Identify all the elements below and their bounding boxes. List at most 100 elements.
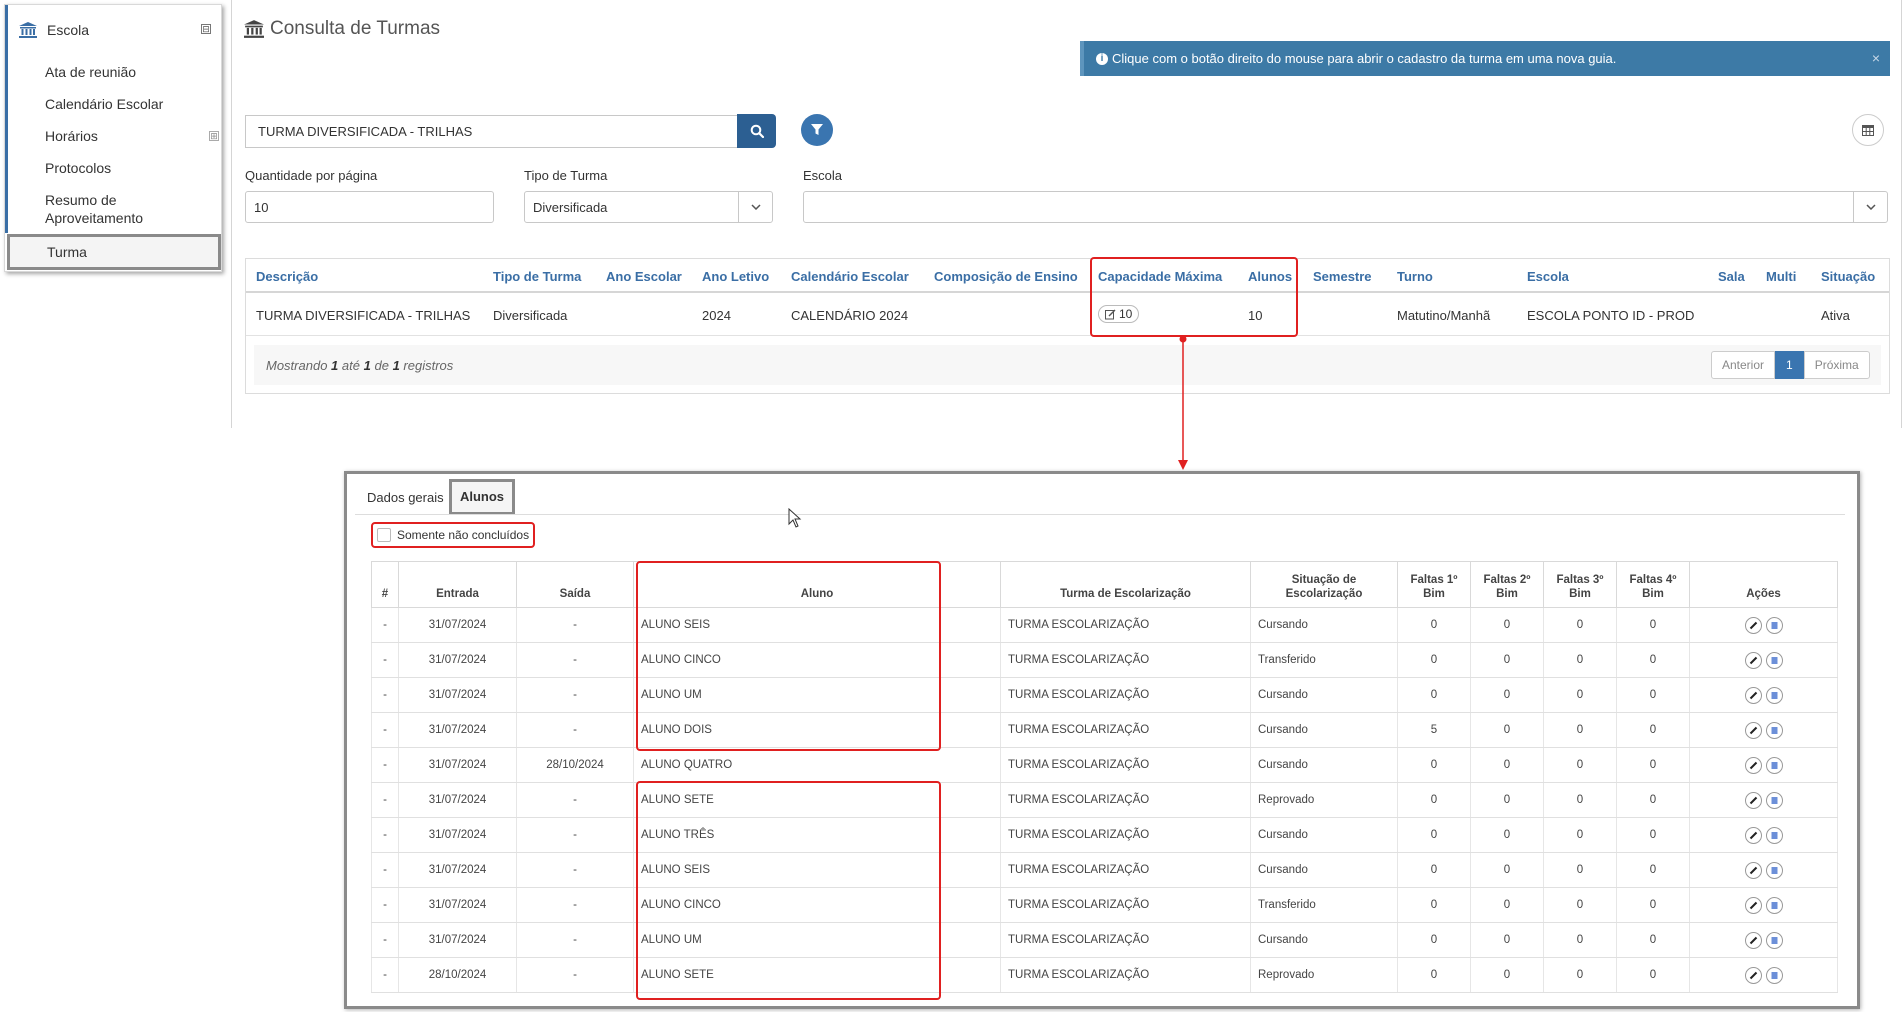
cell-f3: 0 bbox=[1543, 607, 1617, 643]
cell-situacao: Cursando bbox=[1250, 817, 1398, 853]
col-situacao[interactable]: Situação bbox=[1821, 269, 1875, 284]
document-button[interactable] bbox=[1765, 616, 1783, 634]
cell-num: - bbox=[371, 957, 399, 993]
table-row[interactable]: -31/07/2024- ALUNO CINCO TURMA ESCOLARIZAÇ… bbox=[371, 887, 1838, 923]
edit-button[interactable] bbox=[1744, 686, 1762, 704]
document-button[interactable] bbox=[1765, 721, 1783, 739]
edit-button[interactable] bbox=[1744, 931, 1762, 949]
turma-detail-panel: Dados gerais Alunos Somente não concluíd… bbox=[344, 471, 1860, 1009]
document-button[interactable] bbox=[1765, 756, 1783, 774]
cell-f1: 0 bbox=[1397, 887, 1471, 923]
edit-button[interactable] bbox=[1744, 861, 1762, 879]
cell-entrada: 31/07/2024 bbox=[398, 642, 517, 678]
pencil-icon bbox=[1749, 761, 1757, 769]
col-descricao[interactable]: Descrição bbox=[256, 269, 318, 284]
table-row[interactable]: -28/10/2024- ALUNO SETE TURMA ESCOLARIZAÇÃ… bbox=[371, 957, 1838, 993]
col-escola[interactable]: Escola bbox=[1527, 269, 1569, 284]
tab-dados-gerais[interactable]: Dados gerais bbox=[367, 490, 444, 505]
pencil-icon bbox=[1749, 621, 1757, 629]
cell-entrada: 31/07/2024 bbox=[398, 887, 517, 923]
table-row[interactable]: -31/07/2024- ALUNO UM TURMA ESCOLARIZAÇÃO C… bbox=[371, 922, 1838, 958]
table-row[interactable]: -31/07/2024- ALUNO SEIS TURMA ESCOLARIZAÇÃ… bbox=[371, 852, 1838, 888]
table-row[interactable]: -31/07/2024- ALUNO TRÊS TURMA ESCOLARIZAÇÃ… bbox=[371, 817, 1838, 853]
table-icon bbox=[1862, 124, 1874, 136]
sidebar-item-resumo-de-aproveitamento[interactable]: Resumo de Aproveitamento bbox=[45, 191, 205, 227]
document-button[interactable] bbox=[1765, 686, 1783, 704]
pager-next-button[interactable]: Próxima bbox=[1803, 351, 1870, 379]
search-button[interactable] bbox=[737, 114, 776, 148]
cell-f4: 0 bbox=[1616, 712, 1690, 748]
close-icon[interactable]: × bbox=[1872, 50, 1880, 66]
table-row[interactable]: -31/07/2024- ALUNO SEIS TURMA ESCOLARIZAÇÃ… bbox=[371, 607, 1838, 643]
per-page-input[interactable]: 10 bbox=[245, 191, 494, 223]
col-composicao-ensino[interactable]: Composição de Ensino bbox=[934, 269, 1078, 284]
highlight-capacidade-alunos bbox=[1090, 257, 1298, 337]
document-button[interactable] bbox=[1765, 861, 1783, 879]
expand-toggle-icon[interactable]: ⊞ bbox=[209, 131, 219, 141]
edit-button[interactable] bbox=[1744, 616, 1762, 634]
col-tipo-turma[interactable]: Tipo de Turma bbox=[493, 269, 581, 284]
document-button[interactable] bbox=[1765, 896, 1783, 914]
document-button[interactable] bbox=[1765, 966, 1783, 984]
col-turma-escolarizacao: Turma de Escolarização bbox=[1000, 561, 1251, 608]
edit-button[interactable] bbox=[1744, 896, 1762, 914]
escola-select[interactable] bbox=[803, 191, 1888, 223]
sidebar-item-protocolos[interactable]: Protocolos bbox=[45, 159, 205, 177]
table-row[interactable]: -31/07/2024 28/10/2024 ALUNO QUATRO TURMA E… bbox=[371, 747, 1838, 783]
document-button[interactable] bbox=[1765, 931, 1783, 949]
edit-button[interactable] bbox=[1744, 756, 1762, 774]
cell-num: - bbox=[371, 607, 399, 643]
sidebar-item-turma[interactable]: Turma bbox=[7, 234, 221, 270]
sidebar-item-ata-de-reuniao[interactable]: Ata de reunião bbox=[45, 63, 205, 81]
cell-acoes bbox=[1689, 747, 1838, 783]
sidebar-accent-bar bbox=[5, 5, 8, 233]
search-input[interactable] bbox=[245, 115, 738, 148]
sidebar-section-escola[interactable]: Escola ⊟ bbox=[19, 19, 215, 41]
somente-nao-concluidos-checkbox[interactable]: Somente não concluídos bbox=[371, 522, 535, 548]
col-sala[interactable]: Sala bbox=[1718, 269, 1745, 284]
cell-situacao: Cursando bbox=[1250, 922, 1398, 958]
tab-alunos[interactable]: Alunos bbox=[449, 479, 515, 515]
document-button[interactable] bbox=[1765, 791, 1783, 809]
cell-f1: 0 bbox=[1397, 957, 1471, 993]
cell-f4: 0 bbox=[1616, 922, 1690, 958]
pager-prev-button[interactable]: Anterior bbox=[1711, 351, 1776, 379]
cell-f4: 0 bbox=[1616, 642, 1690, 678]
checkbox-box[interactable] bbox=[377, 528, 391, 542]
cell-num: - bbox=[371, 782, 399, 818]
cell-entrada: 31/07/2024 bbox=[398, 607, 517, 643]
tipo-turma-select[interactable]: Diversificada bbox=[524, 191, 773, 223]
col-faltas-3-bim: Faltas 3º Bim bbox=[1543, 561, 1617, 608]
table-row[interactable]: -31/07/2024- ALUNO SETE TURMA ESCOLARIZAÇÃ… bbox=[371, 782, 1838, 818]
table-row[interactable]: -31/07/2024- ALUNO UM TURMA ESCOLARIZAÇÃO C… bbox=[371, 677, 1838, 713]
collapse-toggle-icon[interactable]: ⊟ bbox=[201, 24, 211, 34]
col-calendario-escolar[interactable]: Calendário Escolar bbox=[791, 269, 909, 284]
col-semestre[interactable]: Semestre bbox=[1313, 269, 1372, 284]
edit-button[interactable] bbox=[1744, 966, 1762, 984]
document-icon bbox=[1771, 621, 1777, 629]
pencil-icon bbox=[1749, 901, 1757, 909]
table-row[interactable]: -31/07/2024- ALUNO DOIS TURMA ESCOLARIZAÇÃ… bbox=[371, 712, 1838, 748]
columns-toggle-button[interactable] bbox=[1852, 114, 1884, 146]
cell-acoes bbox=[1689, 852, 1838, 888]
cell-turma: TURMA ESCOLARIZAÇÃO bbox=[1000, 852, 1251, 888]
col-saida: Saída bbox=[516, 561, 634, 608]
cell-num: - bbox=[371, 747, 399, 783]
edit-button[interactable] bbox=[1744, 791, 1762, 809]
table-row[interactable]: -31/07/2024- ALUNO CINCO TURMA ESCOLARIZAÇ… bbox=[371, 642, 1838, 678]
col-ano-escolar[interactable]: Ano Escolar bbox=[606, 269, 682, 284]
cell-turma: TURMA ESCOLARIZAÇÃO bbox=[1000, 922, 1251, 958]
pager-page-1[interactable]: 1 bbox=[1775, 351, 1804, 379]
summary-suffix: registros bbox=[403, 358, 454, 373]
edit-button[interactable] bbox=[1744, 826, 1762, 844]
col-turno[interactable]: Turno bbox=[1397, 269, 1433, 284]
col-ano-letivo[interactable]: Ano Letivo bbox=[702, 269, 769, 284]
edit-button[interactable] bbox=[1744, 721, 1762, 739]
sidebar-item-horarios[interactable]: Horários ⊞ bbox=[45, 127, 219, 145]
document-button[interactable] bbox=[1765, 826, 1783, 844]
col-multi[interactable]: Multi bbox=[1766, 269, 1796, 284]
document-button[interactable] bbox=[1765, 651, 1783, 669]
sidebar-item-calendario-escolar[interactable]: Calendário Escolar bbox=[45, 95, 205, 113]
edit-button[interactable] bbox=[1744, 651, 1762, 669]
filter-button[interactable] bbox=[801, 114, 833, 146]
